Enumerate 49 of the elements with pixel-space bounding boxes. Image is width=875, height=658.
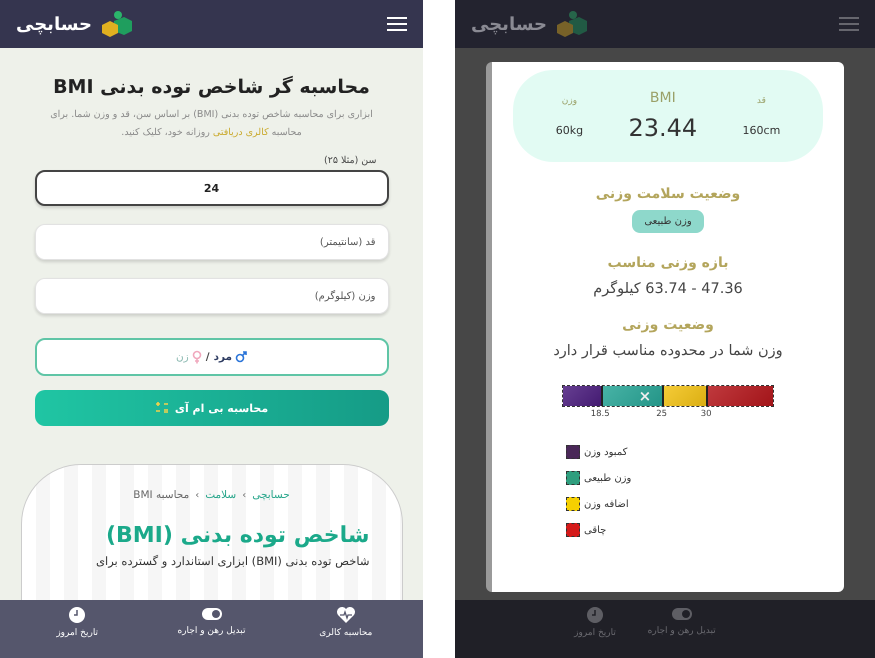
logo-icon xyxy=(555,9,589,39)
weight-message: وزن شما در محدوده مناسب قرار دارد xyxy=(553,343,783,359)
logo-text[interactable]: حسابچی xyxy=(16,14,92,34)
logo-icon xyxy=(100,9,134,39)
card-heading: شاخص توده بدنی (BMI) xyxy=(106,523,370,548)
summary-label: BMI xyxy=(650,90,676,106)
status-badge: وزن طبیعی xyxy=(632,210,704,233)
female-symbol-icon xyxy=(192,350,202,364)
legend-label: وزن طبیعی xyxy=(584,472,632,484)
breadcrumb-separator: › xyxy=(242,490,246,500)
input-field[interactable]: وزن (کیلوگرم) xyxy=(34,278,388,314)
section-heading: وضعیت وزنی xyxy=(622,317,714,333)
summary-value: 23.44 xyxy=(628,114,698,142)
breadcrumb-link[interactable]: محاسبه BMI xyxy=(133,489,190,501)
male-symbol-icon xyxy=(235,351,248,363)
tick-label: 25 xyxy=(656,409,668,419)
logo-text[interactable]: حسابچی xyxy=(471,14,547,34)
gender-toggle[interactable]: مرد / زن xyxy=(34,338,388,376)
menu-icon[interactable] xyxy=(387,16,407,32)
tick-label: 18.5 xyxy=(590,409,610,419)
legend-label: کمبود وزن xyxy=(584,446,628,458)
description-text: ابزاری برای محاسبه شاخص توده بدنی (BMI) بر اساس سن، قد و وزن شما. برای محاسبه کالری دریافتی روزانه خود، کلیک کنید. xyxy=(49,108,374,140)
toggle-icon xyxy=(670,606,693,622)
toggle-icon xyxy=(200,606,223,622)
nav-item[interactable]: تبدیل رهن و اجاره xyxy=(144,606,279,652)
section-heading: وضعیت سلامت وزنی xyxy=(596,186,740,202)
field-label: سن (مثلا ۲۵) xyxy=(324,155,376,166)
legend-label: اضافه وزن xyxy=(584,498,629,510)
summary-value: 60kg xyxy=(556,124,584,136)
scale-marker: × xyxy=(638,387,652,405)
heart-icon xyxy=(336,606,356,624)
summary-label: قد xyxy=(756,96,766,106)
input-field[interactable]: قد (سانتیمتر) xyxy=(34,224,388,260)
range-value: 47.36 - 63.74 کیلوگرم xyxy=(593,281,743,297)
nav-item[interactable]: تاریخ امروز xyxy=(10,606,144,652)
card-paragraph: شاخص توده بدنی (BMI) ابزاری استاندارد و گسترده برای xyxy=(96,554,370,568)
clock-icon xyxy=(586,606,604,624)
nav-item[interactable]: محاسبه کالری xyxy=(278,606,413,652)
tick-label: 30 xyxy=(700,409,712,419)
summary-label: وزن xyxy=(562,96,578,106)
gender-option[interactable]: مرد xyxy=(214,351,248,363)
page-title: محاسبه گر شاخص توده بدنی BMI xyxy=(53,76,370,98)
calculator-icon xyxy=(154,401,169,415)
summary-value: 160cm xyxy=(742,124,780,136)
section-heading: بازه وزنی مناسب xyxy=(608,255,728,271)
legend-label: چاقی xyxy=(584,524,606,536)
breadcrumb-separator: › xyxy=(195,490,200,500)
clock-icon xyxy=(68,606,86,624)
separator-text: / xyxy=(206,351,210,363)
